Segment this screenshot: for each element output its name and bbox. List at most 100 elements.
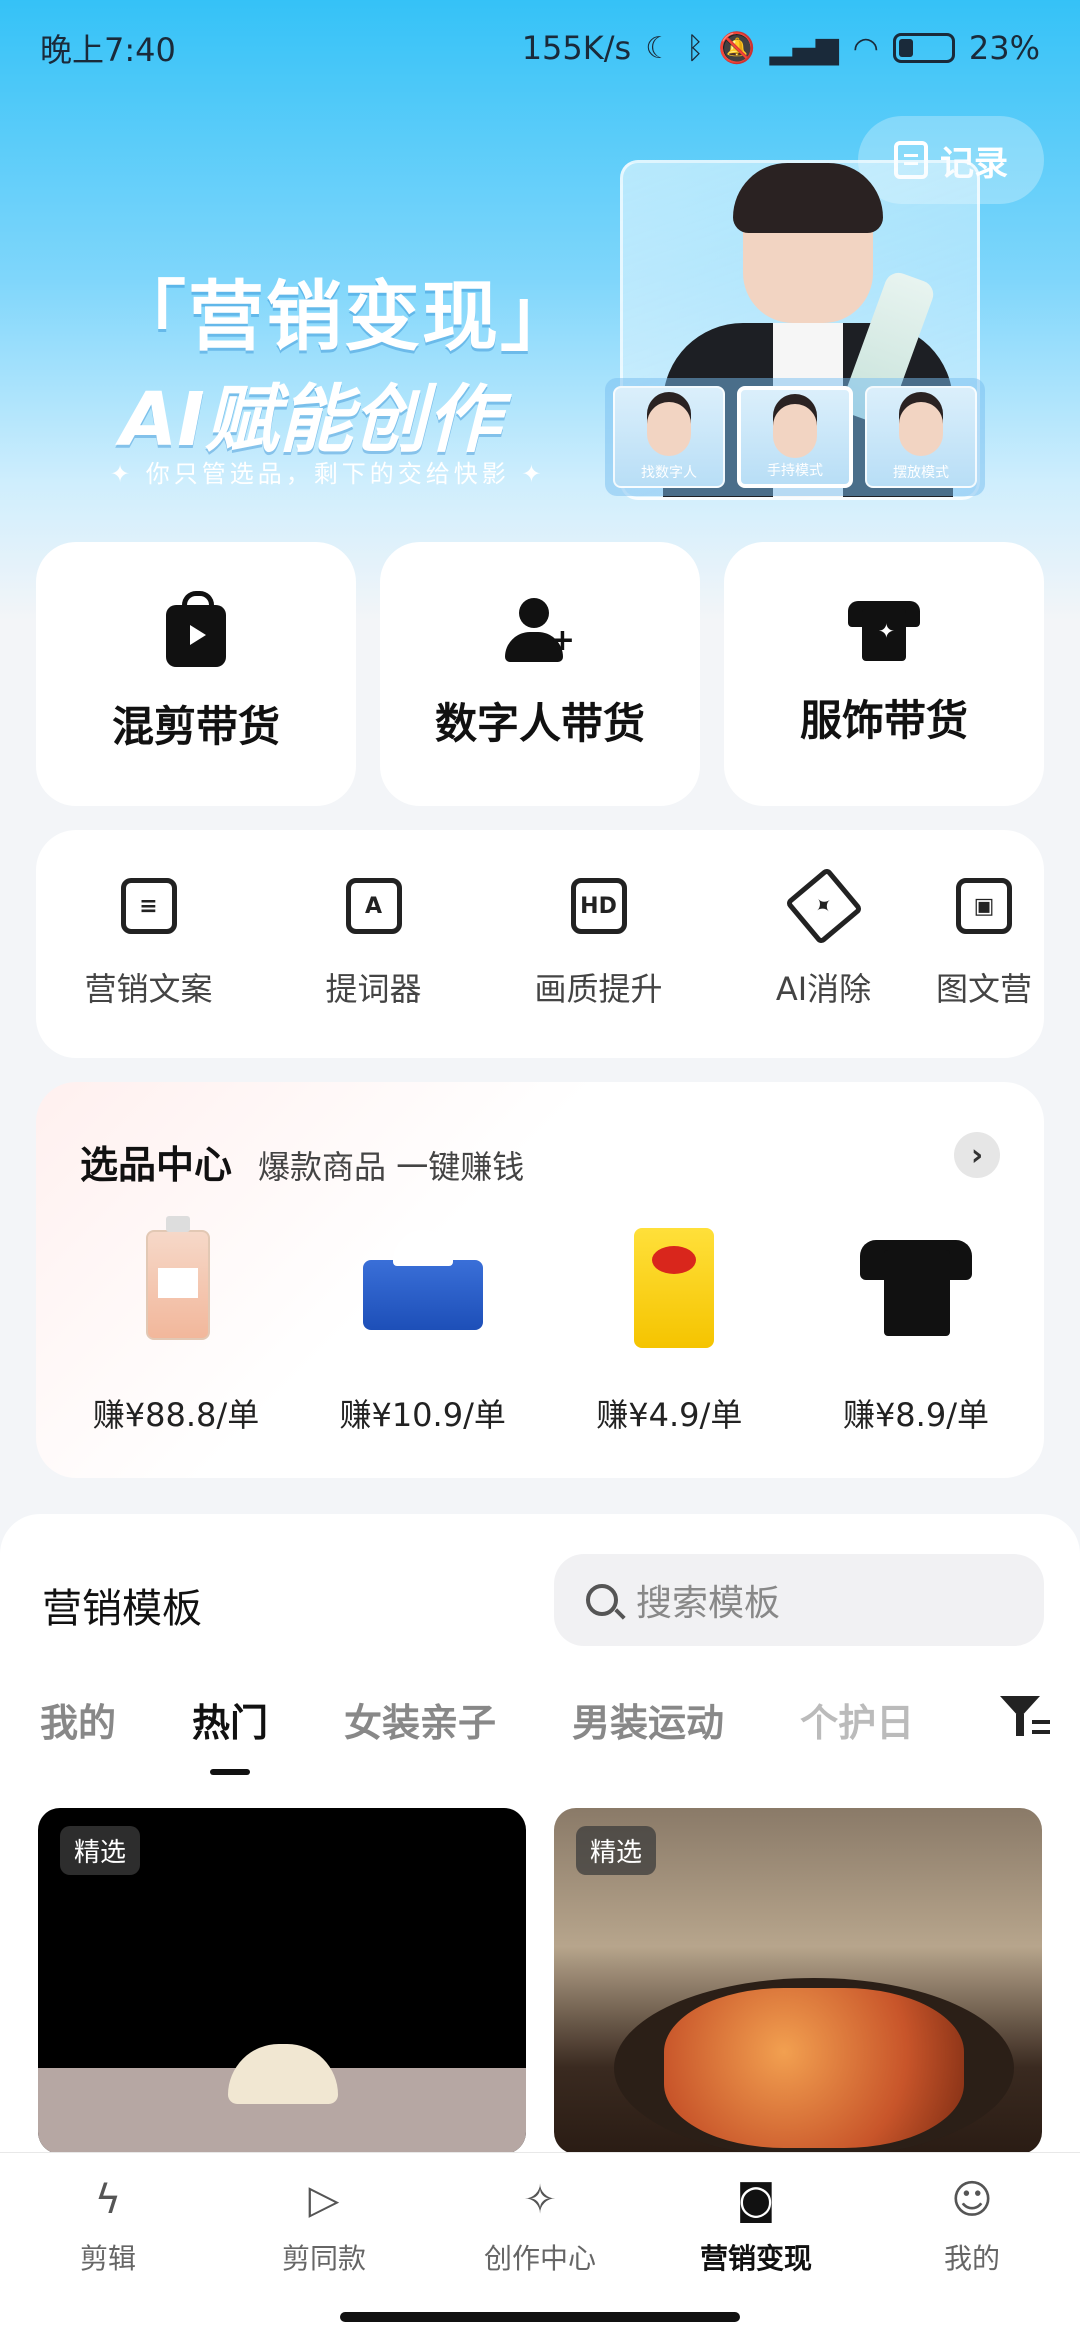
tab-mine[interactable]: 我的 bbox=[40, 1692, 116, 1747]
product-earning: 赚¥10.9/单 bbox=[339, 1396, 506, 1434]
nav-profile[interactable]: ☺ 我的 bbox=[864, 2153, 1080, 2298]
product-item[interactable]: 赚¥4.9/单 bbox=[559, 1220, 779, 1436]
card-digital-human-selling[interactable]: + 数字人带货 bbox=[380, 542, 700, 806]
nav-create-center[interactable]: ✧ 创作中心 bbox=[432, 2153, 648, 2298]
tab-hot[interactable]: 热门 bbox=[192, 1692, 268, 1775]
status-icons: 155K/s ☾ ᛒ 🔕 ▂▄▆ ◠ 23% bbox=[522, 29, 1040, 67]
marketing-templates: 营销模板 搜索模板 我的 热门 女装亲子 男装运动 个护日 精选 精选 bbox=[0, 1514, 1080, 2154]
search-placeholder: 搜索模板 bbox=[636, 1583, 781, 1624]
filter-icon[interactable] bbox=[1000, 1694, 1050, 1740]
thumb-display: 摆放模式 bbox=[865, 386, 977, 488]
moon-icon: ☾ bbox=[645, 30, 673, 66]
product-earning: 赚¥4.9/单 bbox=[596, 1396, 743, 1434]
cartoon-character bbox=[228, 2044, 338, 2104]
card-mix-edit-selling[interactable]: 混剪带货 bbox=[36, 542, 356, 806]
smile-icon: ☺ bbox=[951, 2176, 993, 2223]
product-earning: 赚¥88.8/单 bbox=[92, 1396, 260, 1434]
gesture-area bbox=[0, 2298, 1080, 2340]
search-icon bbox=[586, 1584, 618, 1616]
tool-image-text[interactable]: ▣ 图文营 bbox=[936, 878, 1044, 1010]
template-card[interactable]: 精选 bbox=[554, 1808, 1042, 2154]
tab-women-kids[interactable]: 女装亲子 bbox=[344, 1692, 496, 1747]
tool-marketing-copy[interactable]: ≡ 营销文案 bbox=[36, 878, 261, 1010]
image-text-icon: ▣ bbox=[956, 878, 1012, 934]
copywriting-icon: ≡ bbox=[120, 878, 177, 934]
bottom-navigation: ϟ 剪辑 ▷ 剪同款 ✧ 创作中心 ◙ 营销变现 ☺ 我的 bbox=[0, 2152, 1080, 2298]
eraser-icon: ✦ bbox=[784, 866, 863, 946]
product-earning: 赚¥8.9/单 bbox=[842, 1396, 989, 1434]
featured-badge: 精选 bbox=[576, 1826, 657, 1875]
model-hair bbox=[733, 163, 883, 233]
face bbox=[773, 404, 817, 458]
tool-ai-erase[interactable]: ✦ AI消除 bbox=[711, 866, 936, 1010]
product-item[interactable]: 赚¥10.9/单 bbox=[313, 1220, 533, 1436]
food-image bbox=[664, 1988, 964, 2148]
card-label: 数字人带货 bbox=[434, 698, 645, 748]
nav-label: 营销变现 bbox=[699, 2241, 812, 2275]
perfume-image bbox=[106, 1216, 246, 1350]
tshirt-icon: ✦ bbox=[848, 600, 920, 661]
shopping-bag-icon: ◙ bbox=[736, 2176, 776, 2223]
tshirt-image bbox=[846, 1220, 986, 1350]
video-template-icon: ▷ bbox=[308, 2176, 340, 2223]
main-feature-cards: 混剪带货 + 数字人带货 ✦ 服饰带货 bbox=[36, 542, 1044, 806]
nav-template[interactable]: ▷ 剪同款 bbox=[216, 2153, 432, 2298]
person-add-icon: + bbox=[505, 597, 575, 664]
create-center-icon: ✧ bbox=[523, 2176, 557, 2223]
nav-label: 我的 bbox=[943, 2241, 1000, 2275]
search-input[interactable]: 搜索模板 bbox=[554, 1554, 1044, 1646]
mute-bell-icon: 🔕 bbox=[718, 30, 756, 66]
card-label: 服饰带货 bbox=[799, 695, 968, 745]
face bbox=[647, 402, 691, 456]
card-apparel-selling[interactable]: ✦ 服饰带货 bbox=[724, 542, 1044, 806]
tools-row[interactable]: ≡ 营销文案 A 提词器 HD 画质提升 ✦ AI消除 ▣ 图文营 bbox=[36, 830, 1044, 1058]
face bbox=[899, 402, 943, 456]
lightning-icon: ϟ bbox=[94, 2176, 122, 2223]
nav-edit[interactable]: ϟ 剪辑 bbox=[0, 2153, 216, 2298]
category-tabs: 我的 热门 女装亲子 男装运动 个护日 bbox=[40, 1692, 914, 1775]
tab-men-sports[interactable]: 男装运动 bbox=[572, 1692, 724, 1747]
battery-icon bbox=[892, 33, 955, 63]
hero-title: 「营销变现」 bbox=[110, 272, 578, 361]
hero-subtitle: AI赋能创作 bbox=[120, 377, 501, 463]
hd-icon: HD bbox=[570, 878, 627, 934]
nav-label: 创作中心 bbox=[483, 2241, 596, 2275]
product-center-title: 选品中心 bbox=[80, 1143, 233, 1187]
tool-label: 画质提升 bbox=[534, 970, 663, 1008]
bluetooth-icon: ᛒ bbox=[686, 30, 705, 66]
templates-title: 营销模板 bbox=[42, 1586, 202, 1632]
tool-label: 图文营 bbox=[936, 970, 1033, 1008]
chips-image bbox=[599, 1220, 739, 1350]
nav-marketing[interactable]: ◙ 营销变现 bbox=[648, 2153, 864, 2298]
signal-icon: ▂▄▆ bbox=[769, 30, 839, 66]
tool-teleprompter[interactable]: A 提词器 bbox=[261, 878, 486, 1010]
status-bar: 晚上7:40 155K/s ☾ ᛒ 🔕 ▂▄▆ ◠ 23% bbox=[0, 0, 1080, 96]
nav-label: 剪辑 bbox=[79, 2241, 136, 2275]
nav-label: 剪同款 bbox=[281, 2241, 366, 2275]
chevron-right-icon[interactable]: › bbox=[954, 1132, 1000, 1178]
featured-badge: 精选 bbox=[60, 1826, 141, 1875]
product-list: 赚¥88.8/单 赚¥10.9/单 赚¥4.9/单 赚¥8.9/单 bbox=[66, 1216, 1026, 1436]
product-center-subtitle: 爆款商品 一键赚钱 bbox=[258, 1148, 525, 1186]
thumb-digital-human: 找数字人 bbox=[613, 386, 725, 488]
thumb-caption: 找数字人 bbox=[641, 465, 697, 481]
tool-label: 营销文案 bbox=[84, 970, 213, 1008]
battery-level: 23% bbox=[968, 29, 1040, 67]
status-time: 晚上7:40 bbox=[40, 31, 176, 69]
tool-label: 提词器 bbox=[325, 970, 422, 1008]
hero-note: ✦ 你只管选品，剩下的交给快影 ✦ bbox=[110, 460, 546, 488]
product-center-header: 选品中心 爆款商品 一键赚钱 bbox=[80, 1134, 524, 1189]
thumb-handheld: 手持模式 bbox=[737, 386, 853, 488]
product-item[interactable]: 赚¥8.9/单 bbox=[806, 1220, 1026, 1436]
template-grid: 精选 精选 bbox=[38, 1808, 1042, 2154]
thumb-caption: 手持模式 bbox=[767, 463, 823, 479]
wifi-icon: ◠ bbox=[852, 30, 879, 66]
tool-quality-boost[interactable]: HD 画质提升 bbox=[486, 878, 711, 1010]
tab-personal-care[interactable]: 个护日 bbox=[800, 1692, 914, 1747]
thumb-caption: 摆放模式 bbox=[893, 465, 949, 481]
product-item[interactable]: 赚¥88.8/单 bbox=[66, 1216, 286, 1436]
net-speed: 155K/s bbox=[521, 29, 632, 67]
home-indicator[interactable] bbox=[340, 2312, 740, 2322]
shopping-bag-play-icon bbox=[166, 590, 226, 667]
template-card[interactable]: 精选 bbox=[38, 1808, 526, 2154]
